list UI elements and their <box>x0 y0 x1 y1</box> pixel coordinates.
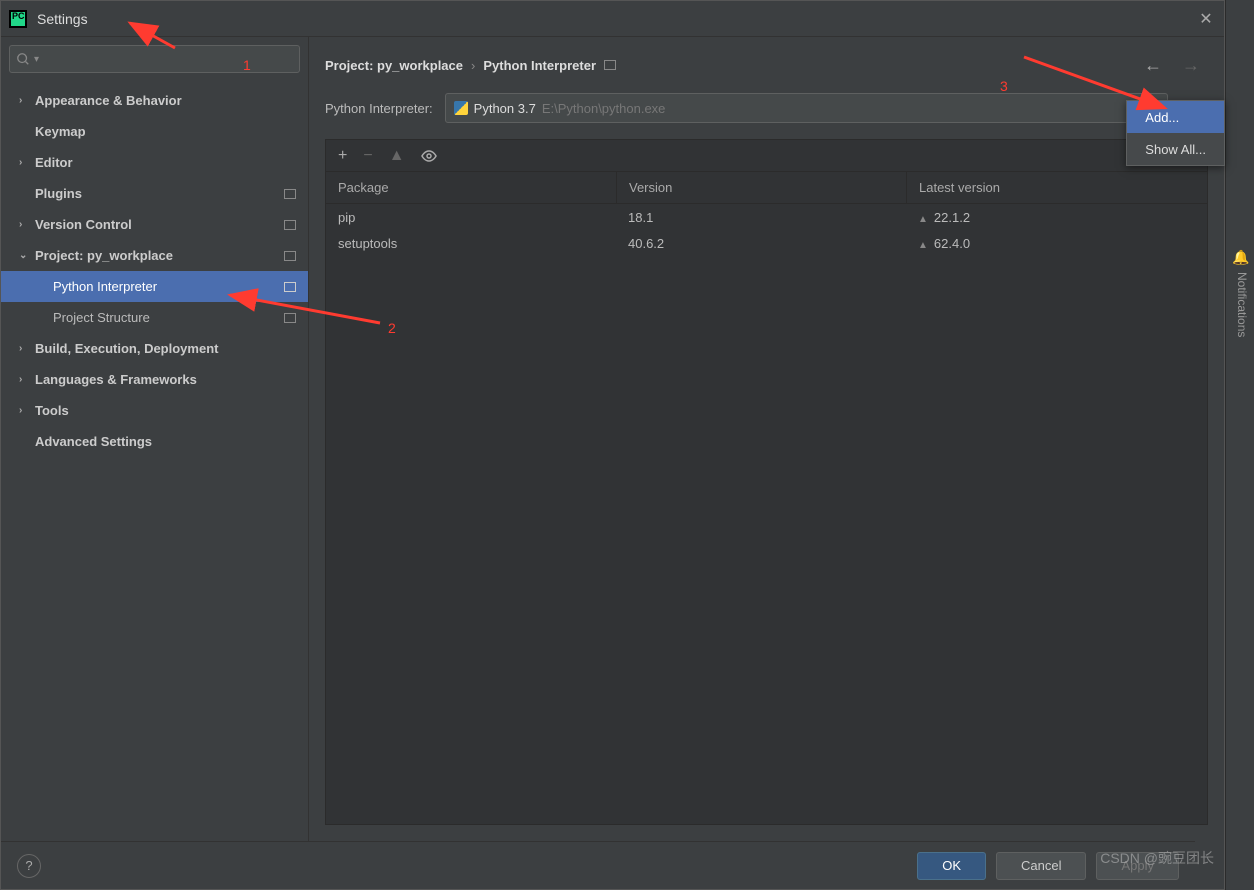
project-badge-icon <box>284 282 296 292</box>
package-version: 40.6.2 <box>616 236 906 251</box>
project-badge-icon <box>284 251 296 261</box>
nav-forward-icon[interactable]: → <box>1182 55 1200 76</box>
interpreter-dropdown-menu: Add... Show All... <box>1126 100 1225 166</box>
upgrade-available-icon: ▲ <box>918 240 928 251</box>
project-badge-icon <box>284 189 296 199</box>
breadcrumb-sep: › <box>471 58 475 73</box>
cancel-button[interactable]: Cancel <box>996 852 1086 880</box>
sidebar-item-languages[interactable]: ›Languages & Frameworks <box>1 364 308 395</box>
sidebar-item-appearance[interactable]: ›Appearance & Behavior <box>1 85 308 116</box>
sidebar-item-python-interpreter[interactable]: Python Interpreter <box>1 271 308 302</box>
sidebar-item-tools[interactable]: ›Tools <box>1 395 308 426</box>
sidebar-item-vcs[interactable]: ›Version Control <box>1 209 308 240</box>
package-latest: ▲62.4.0 <box>906 236 1207 251</box>
column-version[interactable]: Version <box>616 172 906 203</box>
menu-item-show-all[interactable]: Show All... <box>1127 133 1224 165</box>
package-name: pip <box>326 210 616 225</box>
sidebar-item-label: Tools <box>35 403 69 418</box>
sidebar-item-keymap[interactable]: Keymap <box>1 116 308 147</box>
packages-panel: + − ▲ Package Version Latest version pip… <box>325 139 1208 825</box>
sidebar-item-label: Editor <box>35 155 73 170</box>
search-icon <box>16 52 30 66</box>
main-panel: Project: py_workplace › Python Interpret… <box>309 37 1224 841</box>
sidebar-item-build[interactable]: ›Build, Execution, Deployment <box>1 333 308 364</box>
show-early-releases-button[interactable] <box>421 148 437 164</box>
menu-item-add[interactable]: Add... <box>1127 101 1224 133</box>
sidebar-item-label: Appearance & Behavior <box>35 93 182 108</box>
column-latest[interactable]: Latest version <box>906 172 1207 203</box>
breadcrumb-current: Python Interpreter <box>483 58 596 73</box>
package-name: setuptools <box>326 236 616 251</box>
package-row[interactable]: pip 18.1 ▲22.1.2 <box>326 204 1207 230</box>
app-icon <box>9 10 27 28</box>
package-row[interactable]: setuptools 40.6.2 ▲62.4.0 <box>326 230 1207 256</box>
nav-back-icon[interactable]: ← <box>1144 55 1162 76</box>
sidebar-item-label: Build, Execution, Deployment <box>35 341 218 356</box>
help-button[interactable]: ? <box>17 854 41 878</box>
remove-package-button[interactable]: − <box>363 147 372 165</box>
sidebar-item-label: Project: py_workplace <box>35 248 173 263</box>
interpreter-path: E:\Python\python.exe <box>542 101 666 116</box>
package-version: 18.1 <box>616 210 906 225</box>
sidebar: ▾ ›Appearance & Behavior Keymap ›Editor … <box>1 37 309 841</box>
sidebar-item-label: Plugins <box>35 186 82 201</box>
breadcrumb: Project: py_workplace › Python Interpret… <box>325 37 1208 93</box>
interpreter-name: Python 3.7 <box>474 101 536 116</box>
sidebar-item-plugins[interactable]: Plugins <box>1 178 308 209</box>
sidebar-item-label: Python Interpreter <box>53 279 157 294</box>
watermark: CSDN @豌豆团长 <box>1100 848 1214 868</box>
column-package[interactable]: Package <box>326 180 616 195</box>
sidebar-item-label: Advanced Settings <box>35 434 152 449</box>
right-gutter: 🔔 Notifications <box>1225 0 1254 890</box>
sidebar-item-project[interactable]: ⌄Project: py_workplace <box>1 240 308 271</box>
packages-header: Package Version Latest version <box>326 172 1207 204</box>
sidebar-item-advanced[interactable]: Advanced Settings <box>1 426 308 457</box>
project-badge-icon <box>604 60 616 70</box>
window-title: Settings <box>37 11 88 27</box>
package-latest: ▲22.1.2 <box>906 210 1207 225</box>
titlebar: Settings ✕ <box>1 1 1224 37</box>
ok-button[interactable]: OK <box>917 852 986 880</box>
upgrade-available-icon: ▲ <box>918 214 928 225</box>
project-badge-icon <box>284 220 296 230</box>
breadcrumb-parent[interactable]: Project: py_workplace <box>325 58 463 73</box>
interpreter-label: Python Interpreter: <box>325 101 433 116</box>
close-button[interactable]: ✕ <box>1196 9 1216 29</box>
notifications-tab[interactable]: 🔔 Notifications <box>1232 245 1252 341</box>
search-input[interactable]: ▾ <box>9 45 300 73</box>
notifications-label: Notifications <box>1235 272 1249 337</box>
sidebar-item-project-structure[interactable]: Project Structure <box>1 302 308 333</box>
upgrade-package-button[interactable]: ▲ <box>389 147 405 165</box>
sidebar-item-label: Languages & Frameworks <box>35 372 197 387</box>
sidebar-item-label: Project Structure <box>53 310 150 325</box>
project-badge-icon <box>284 313 296 323</box>
bell-icon: 🔔 <box>1234 249 1250 266</box>
dialog-footer: ? OK Cancel Apply <box>1 841 1195 889</box>
settings-tree: ›Appearance & Behavior Keymap ›Editor Pl… <box>1 81 308 841</box>
interpreter-select[interactable]: Python 3.7 E:\Python\python.exe ▼ <box>445 93 1168 123</box>
eye-icon <box>421 148 437 164</box>
sidebar-item-label: Version Control <box>35 217 132 232</box>
add-package-button[interactable]: + <box>338 147 347 165</box>
sidebar-item-label: Keymap <box>35 124 86 139</box>
sidebar-item-editor[interactable]: ›Editor <box>1 147 308 178</box>
python-icon <box>454 101 468 115</box>
